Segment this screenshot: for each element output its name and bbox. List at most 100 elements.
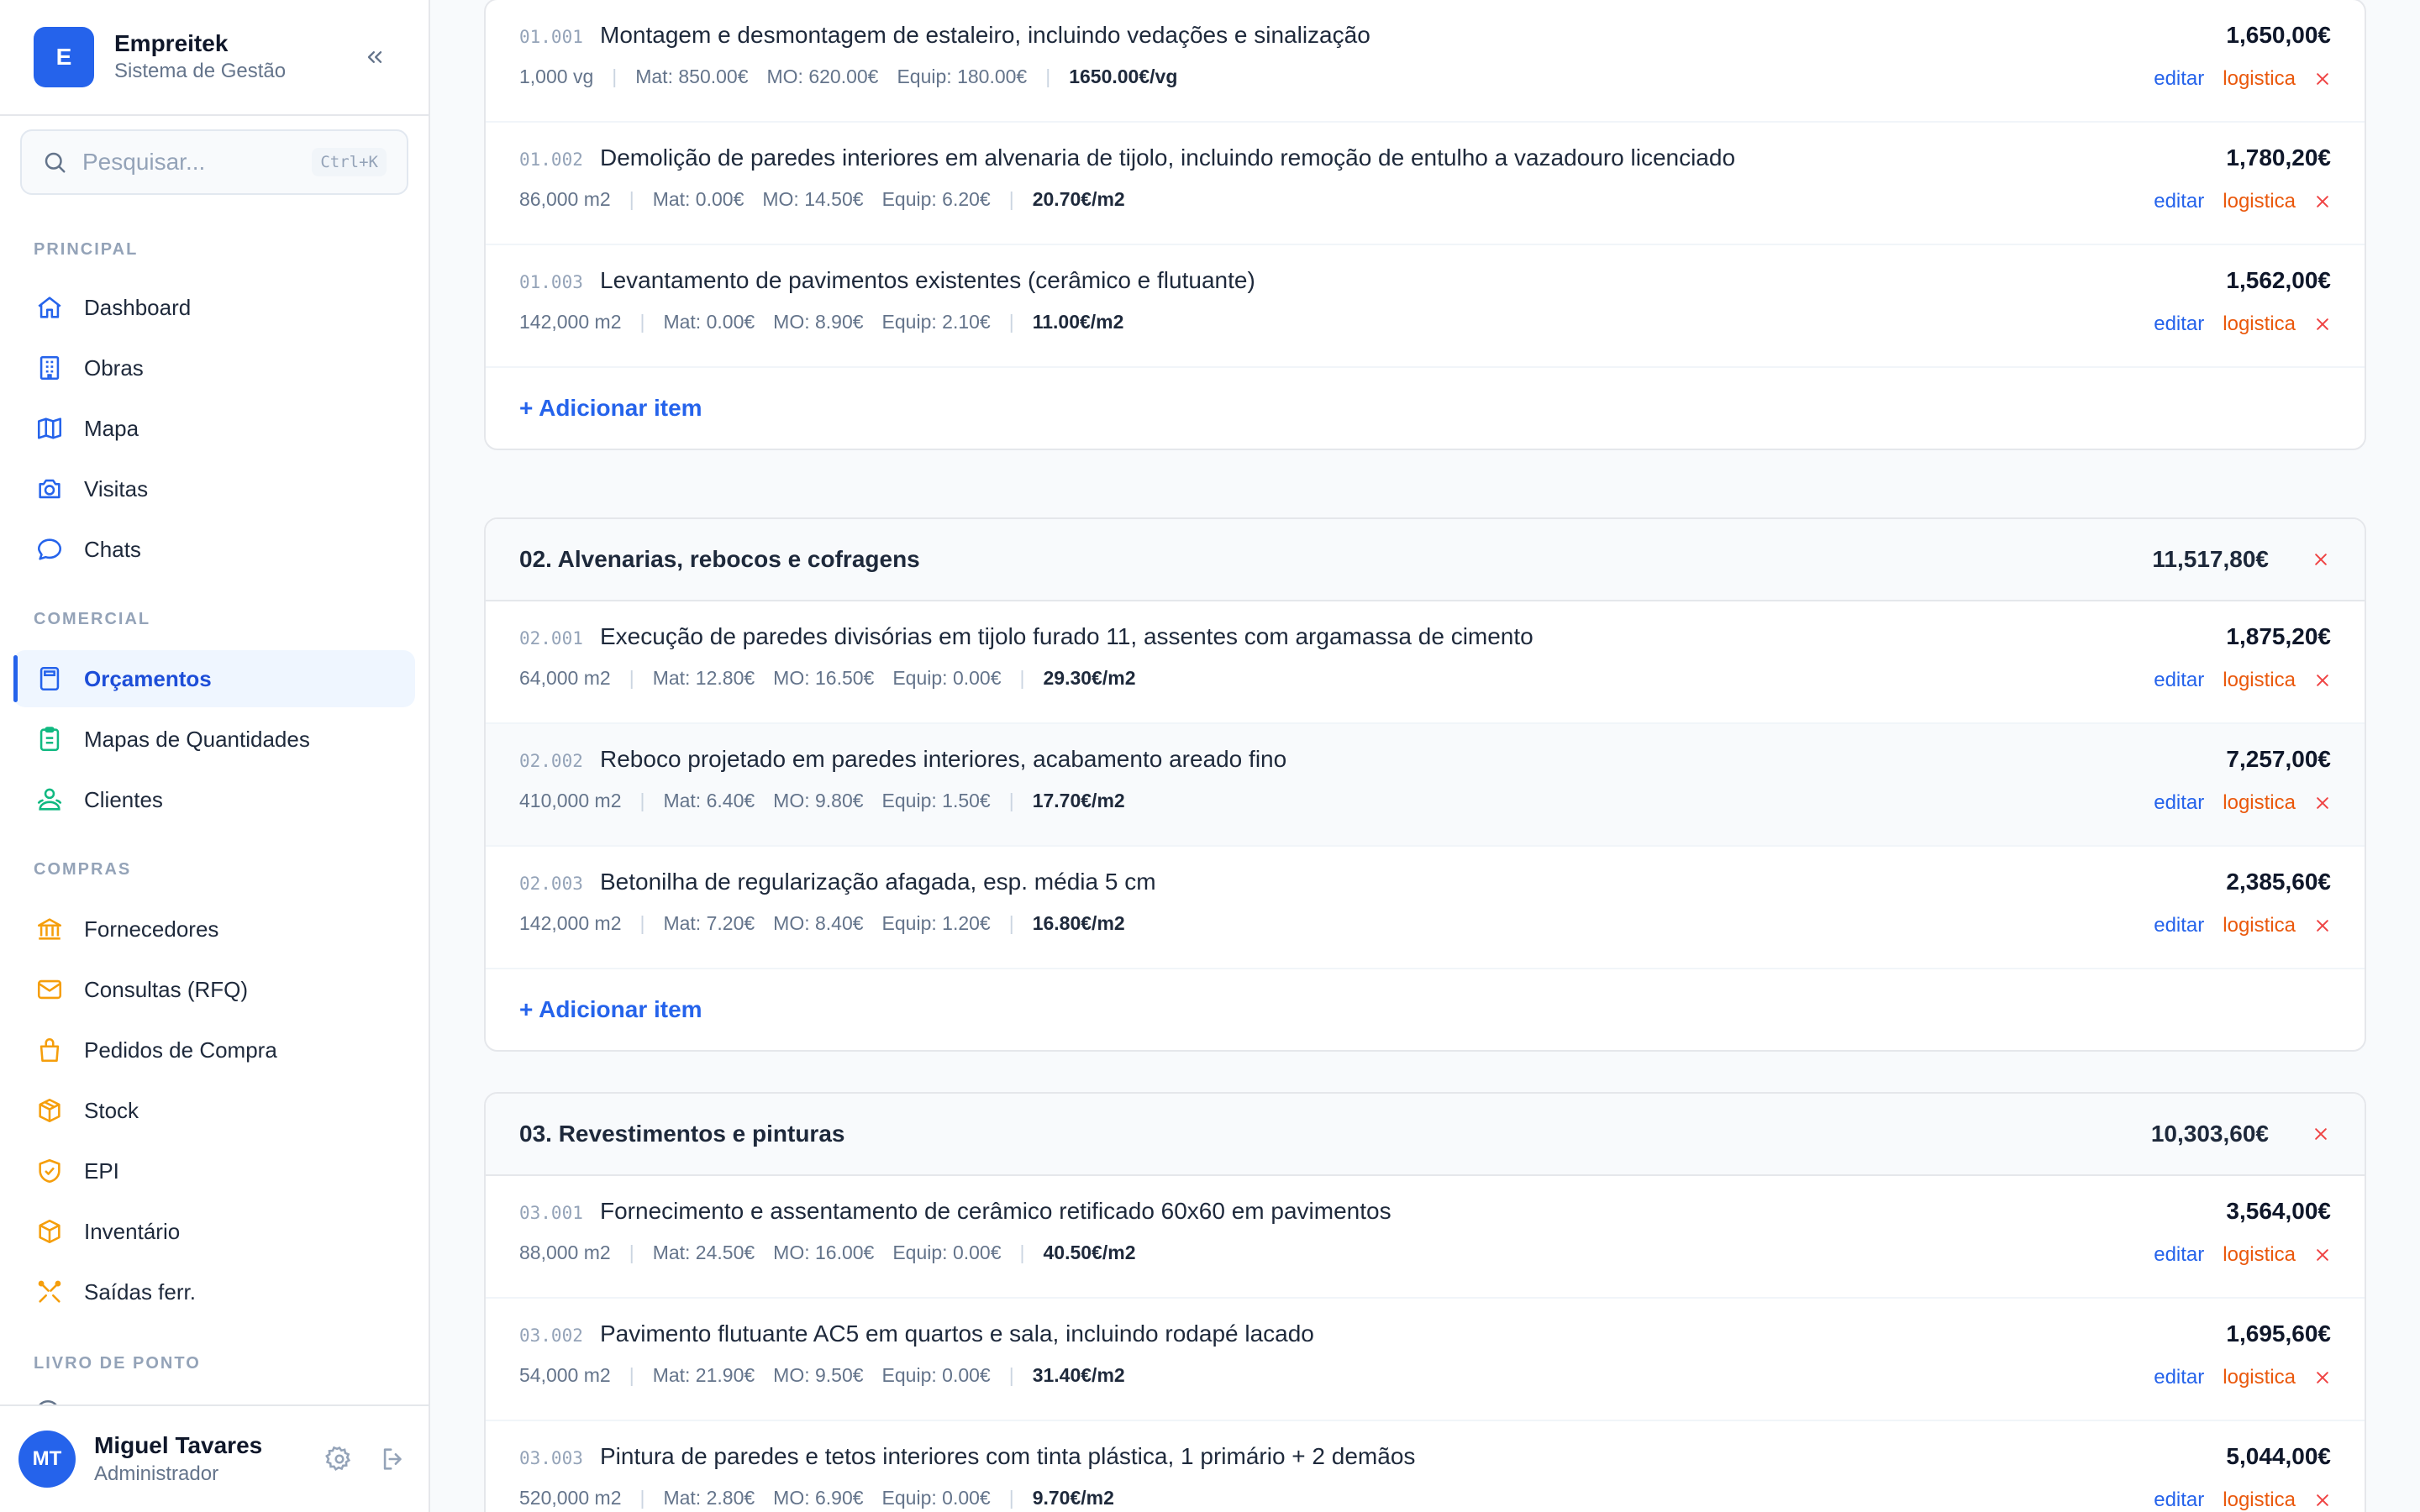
edit-link[interactable]: editar [2154, 67, 2204, 91]
table-row[interactable]: 02.001 Execução de paredes divisórias em… [486, 601, 2365, 724]
delete-button[interactable] [2312, 1368, 2333, 1388]
delete-chapter-button[interactable] [2311, 549, 2331, 570]
table-row[interactable]: 01.001 Montagem e desmontagem de estalei… [486, 0, 2365, 123]
edit-link[interactable]: editar [2154, 914, 2204, 937]
close-icon [2317, 797, 2328, 809]
chapter-title: 03. Revestimentos e pinturas [519, 1121, 845, 1147]
sidebar-item-consultas[interactable]: Consultas (RFQ) [13, 961, 415, 1018]
chapter-header[interactable]: 03. Revestimentos e pinturas 10,303,60€ [486, 1094, 2365, 1176]
edit-link[interactable]: editar [2154, 1243, 2204, 1267]
sidebar-item-chats[interactable]: Chats [13, 521, 415, 578]
delete-button[interactable] [2312, 670, 2333, 690]
item-meta: 88,000 m2 | Mat: 24.50€ MO: 16.00€ Equip:… [519, 1242, 1136, 1263]
add-item-button[interactable]: + Adicionar item [486, 368, 2365, 449]
edit-link[interactable]: editar [2154, 669, 2204, 692]
sidebar-divider [0, 114, 429, 116]
delete-button[interactable] [2312, 69, 2333, 89]
sidebar-item-obras[interactable]: Obras [13, 339, 415, 396]
item-description: Levantamento de pavimentos existentes (c… [600, 267, 1255, 293]
sidebar-item-label: Consultas (RFQ) [84, 976, 249, 1002]
logistics-link[interactable]: logistica [2223, 669, 2296, 692]
collapse-sidebar-button[interactable] [356, 39, 393, 76]
logistics-link[interactable]: logistica [2223, 1243, 2296, 1267]
edit-link[interactable]: editar [2154, 312, 2204, 336]
edit-link[interactable]: editar [2154, 791, 2204, 815]
item-material: Mat: 0.00€ [663, 311, 755, 333]
map-icon [34, 412, 66, 444]
home-icon [34, 291, 66, 323]
sidebar-item-orcamentos[interactable]: Orçamentos [13, 650, 415, 707]
avatar[interactable]: MT [18, 1431, 76, 1488]
table-row[interactable]: 02.002 Reboco projetado em paredes inter… [486, 724, 2365, 847]
item-labor: MO: 16.00€ [773, 1242, 875, 1263]
logistics-link[interactable]: logistica [2223, 1366, 2296, 1389]
logistics-link[interactable]: logistica [2223, 67, 2296, 91]
edit-link[interactable]: editar [2154, 1366, 2204, 1389]
sidebar-item-label: Pedidos de Compra [84, 1037, 277, 1063]
item-code: 01.001 [519, 27, 583, 47]
close-icon [2317, 318, 2328, 330]
delete-button[interactable] [2312, 1490, 2333, 1510]
item-quantity: 142,000 m2 [519, 912, 622, 934]
item-unit-price: 17.70€/m2 [1032, 790, 1125, 811]
delete-button[interactable] [2312, 192, 2333, 212]
table-row[interactable]: 03.001 Fornecimento e assentamento de ce… [486, 1176, 2365, 1299]
item-quantity: 520,000 m2 [519, 1487, 622, 1509]
item-total: 2,385,60€ [2226, 869, 2331, 895]
table-row[interactable]: 01.002 Demolição de paredes interiores e… [486, 123, 2365, 245]
brand-logo: E [34, 27, 94, 87]
sidebar-item-inventario[interactable]: Inventário [13, 1203, 415, 1260]
logistics-link[interactable]: logistica [2223, 312, 2296, 336]
close-icon [2317, 73, 2328, 85]
item-unit-price: 40.50€/m2 [1043, 1242, 1136, 1263]
table-row[interactable]: 02.003 Betonilha de regularização afagad… [486, 847, 2365, 969]
item-labor: MO: 14.50€ [762, 188, 864, 210]
sidebar-item-pedidos-compra[interactable]: Pedidos de Compra [13, 1021, 415, 1079]
sidebar-item-epi[interactable]: EPI [13, 1142, 415, 1200]
delete-button[interactable] [2312, 793, 2333, 813]
table-row[interactable]: 01.003 Levantamento de pavimentos existe… [486, 245, 2365, 368]
item-unit-price: 20.70€/m2 [1032, 188, 1125, 210]
sidebar-item-dashboard[interactable]: Dashboard [13, 279, 415, 336]
delete-button[interactable] [2312, 314, 2333, 334]
item-total: 5,044,00€ [2226, 1443, 2331, 1469]
sidebar-item-mapas-quantidades[interactable]: Mapas de Quantidades [13, 711, 415, 768]
settings-button[interactable] [321, 1441, 358, 1478]
logistics-link[interactable]: logistica [2223, 914, 2296, 937]
sidebar-item-stock[interactable]: Stock [13, 1082, 415, 1139]
sidebar-item-label: Mapas de Quantidades [84, 726, 310, 752]
sidebar-item-mapa[interactable]: Mapa [13, 400, 415, 457]
logistics-link[interactable]: logistica [2223, 190, 2296, 213]
search-box[interactable]: Pesquisar... Ctrl+K [20, 129, 408, 195]
table-row[interactable]: 03.003 Pintura de paredes e tetos interi… [486, 1421, 2365, 1512]
sidebar-item-clientes[interactable]: Clientes [13, 771, 415, 828]
sidebar-item-fornecedores[interactable]: Fornecedores [13, 900, 415, 958]
sidebar-item-label: Orçamentos [84, 665, 212, 691]
table-row[interactable]: 03.002 Pavimento flutuante AC5 em quarto… [486, 1299, 2365, 1421]
item-unit-price: 16.80€/m2 [1032, 912, 1125, 934]
delete-button[interactable] [2312, 1245, 2333, 1265]
item-equipment: Equip: 1.20€ [881, 912, 991, 934]
item-description: Pintura de paredes e tetos interiores co… [600, 1443, 1416, 1469]
item-code: 02.002 [519, 751, 583, 771]
logistics-link[interactable]: logistica [2223, 1488, 2296, 1512]
add-item-button[interactable]: + Adicionar item [486, 969, 2365, 1050]
delete-chapter-button[interactable] [2311, 1124, 2331, 1144]
brand[interactable]: E Empreitek Sistema de Gestão [34, 25, 395, 89]
edit-link[interactable]: editar [2154, 190, 2204, 213]
logout-button[interactable] [375, 1441, 412, 1478]
sidebar-item-saidas-ferr[interactable]: Saídas ferr. [13, 1263, 415, 1320]
item-equipment: Equip: 0.00€ [892, 1242, 1002, 1263]
camera-icon [34, 473, 66, 505]
item-equipment: Equip: 0.00€ [892, 667, 1002, 689]
item-material: Mat: 21.90€ [652, 1364, 755, 1386]
chapter-header[interactable]: 02. Alvenarias, rebocos e cofragens 11,5… [486, 519, 2365, 601]
box-icon [34, 1095, 66, 1126]
delete-button[interactable] [2312, 916, 2333, 936]
sidebar-item-visitas[interactable]: Visitas [13, 460, 415, 517]
close-icon [2317, 1494, 2328, 1506]
search-input[interactable]: Pesquisar... [82, 149, 312, 176]
building-icon [34, 352, 66, 384]
edit-link[interactable]: editar [2154, 1488, 2204, 1512]
logistics-link[interactable]: logistica [2223, 791, 2296, 815]
